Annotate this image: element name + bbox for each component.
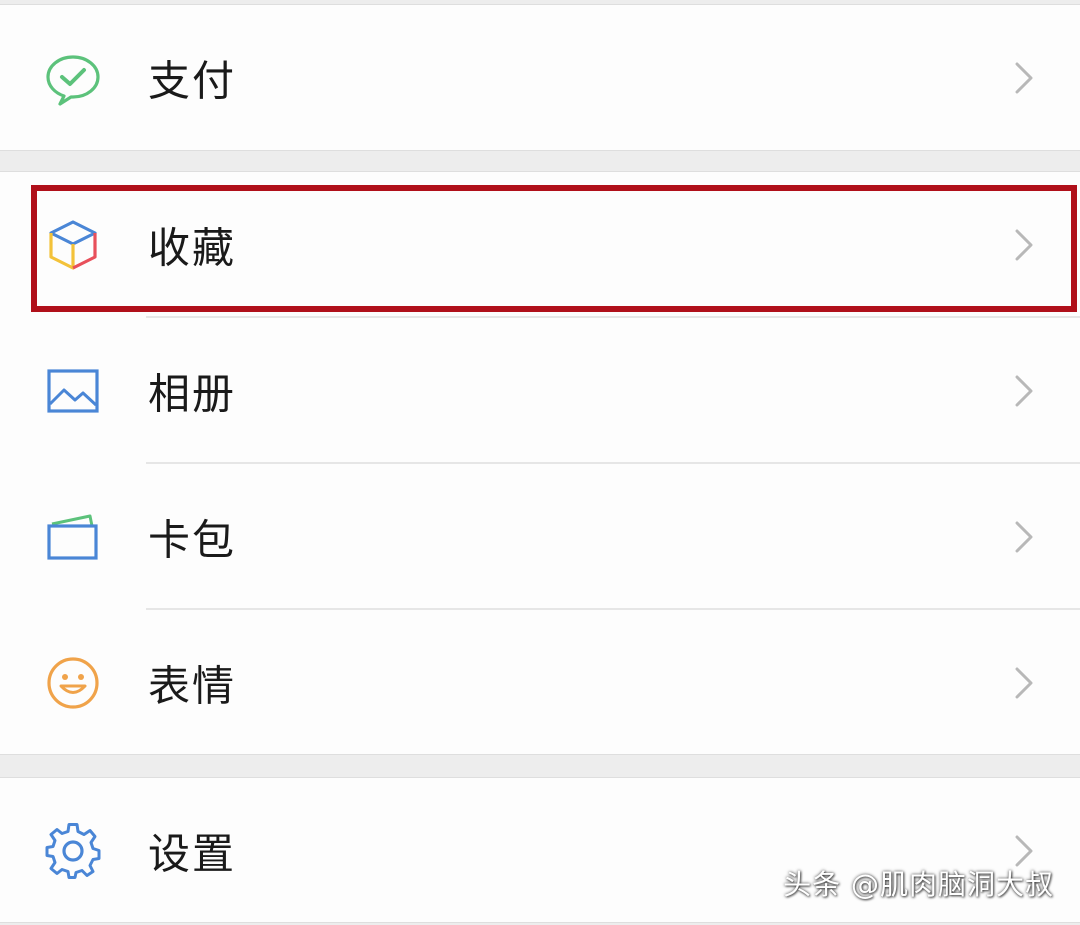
menu-item-settings-label: 设置 — [148, 829, 237, 879]
menu-item-stickers-label: 表情 — [148, 661, 237, 711]
menu-item-pay[interactable]: 支付 — [0, 5, 1080, 151]
chevron-right-icon — [1015, 62, 1033, 94]
chevron-right-icon — [1015, 375, 1033, 407]
services-group: 收藏 相册 卡包 表情 — [0, 171, 1080, 755]
pay-group: 支付 — [0, 4, 1080, 151]
smiley-face-icon — [44, 654, 102, 712]
menu-item-cards-label: 卡包 — [148, 515, 237, 565]
menu-item-cards[interactable]: 卡包 — [0, 464, 1080, 610]
watermark: 头条 @肌肉脑洞大叔 — [783, 868, 1054, 901]
card-wallet-icon — [44, 508, 102, 566]
menu-item-stickers[interactable]: 表情 — [0, 610, 1080, 756]
album-picture-icon — [44, 362, 102, 420]
menu-item-favorites[interactable]: 收藏 — [0, 172, 1080, 318]
gear-icon — [44, 822, 102, 880]
wechat-pay-icon — [44, 49, 102, 107]
menu-item-pay-label: 支付 — [148, 56, 237, 106]
chevron-right-icon — [1015, 521, 1033, 553]
favorites-cube-icon — [44, 216, 102, 274]
menu-item-album[interactable]: 相册 — [0, 318, 1080, 464]
chevron-right-icon — [1015, 667, 1033, 699]
chevron-right-icon — [1015, 229, 1033, 261]
menu-item-favorites-label: 收藏 — [148, 223, 237, 273]
menu-item-album-label: 相册 — [148, 369, 237, 419]
